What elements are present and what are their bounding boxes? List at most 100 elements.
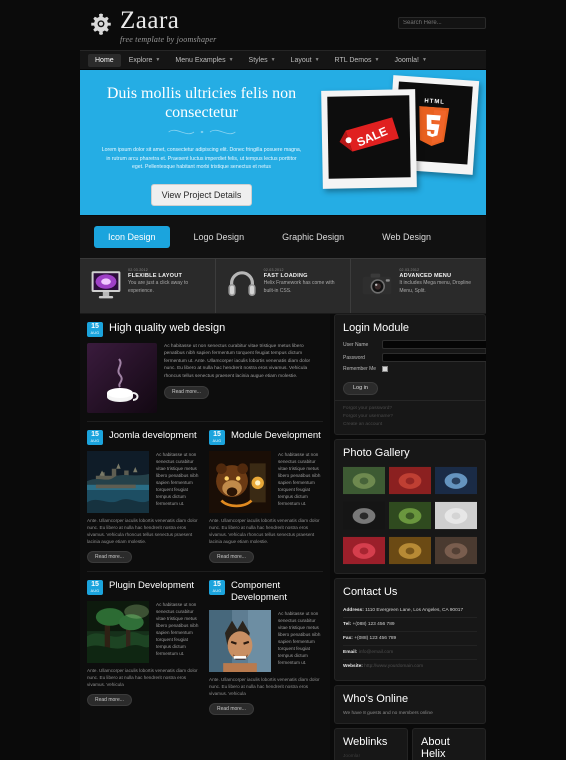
article-card: 15 AUG Joomla development Ac habitasse ut n… [87, 430, 201, 563]
sale-tag-icon: SALE [339, 117, 399, 152]
remember-me-label: Remember Me [343, 366, 377, 372]
feature-box[interactable]: 02.03.2012 FLEXIBLE LAYOUT You are just a … [80, 259, 216, 313]
login-link[interactable]: Forgot your username? [343, 414, 477, 419]
date-day: 15 [91, 323, 99, 330]
nav-item-layout[interactable]: Layout ▼ [284, 54, 327, 67]
article-title[interactable]: High quality web design [109, 322, 225, 335]
html5-label: HTML [424, 98, 446, 106]
nav-item-home[interactable]: Home [88, 53, 121, 67]
module-title: Photo Gallery [343, 446, 410, 459]
date-month: AUG [90, 331, 100, 335]
article-title[interactable]: Joomla development [109, 430, 197, 442]
article-tail: Ante. Ullamcorper iaculis lobortis venen… [87, 668, 198, 687]
feature-box[interactable]: 02.03.2012 ADVANCED MENU It includes Mega … [351, 259, 486, 313]
spiral-thumb[interactable] [343, 500, 385, 531]
green-fantasy-thumb[interactable] [389, 500, 431, 531]
article-text: Ac habitasse ut non senectus curabitur v… [278, 611, 321, 665]
search-input[interactable] [398, 17, 486, 29]
article-row-1: 15 AUG Joomla development Ac habitasse ut n… [87, 430, 323, 563]
contact-value: 1110 Evergreen Lane, Los Angeles, CA 900… [365, 607, 464, 613]
module-title: Contact Us [343, 585, 398, 598]
feature-title: FAST LOADING [263, 273, 308, 279]
module-title: Who's Online [343, 692, 409, 705]
site-header: Zaara free template by joomshaper [0, 0, 566, 50]
main-navigation[interactable]: Home Explore ▼ Menu Examples ▼ Styles ▼ Layout ▼… [80, 50, 486, 70]
tab-logo-design[interactable]: Logo Design [180, 226, 259, 248]
portrait-thumb[interactable] [435, 535, 477, 566]
feature-title: FLEXIBLE LAYOUT [128, 273, 183, 279]
view-project-details-button[interactable]: View Project Details [150, 183, 253, 206]
nav-item-menu-examples[interactable]: Menu Examples ▼ [168, 54, 240, 67]
article-card: 15 AUG Module Development Ac habitasse ut n… [209, 430, 323, 563]
read-more-button[interactable]: Read more... [164, 386, 209, 400]
hero-title: Duis mollis ultricies felis non consecte… [106, 85, 297, 121]
weblinks-link[interactable]: Joomla! [343, 754, 399, 759]
nav-item-rtl-demos[interactable]: RTL Demos ▼ [328, 54, 387, 67]
login-links[interactable]: Forgot your password? Forgot your usernam… [343, 406, 477, 427]
contact-value[interactable]: info@email.com [359, 650, 393, 655]
nav-item-explore[interactable]: Explore ▼ [122, 54, 168, 67]
article-card: 15 AUG Component Development Ac habitasse u… [209, 580, 323, 715]
article-tail: Ante. Ullamcorper iaculis lobortis venen… [209, 677, 320, 696]
article-title[interactable]: Component Development [231, 580, 323, 604]
tab-icon-design[interactable]: Icon Design [94, 226, 170, 248]
contact-row: Email: info@email.com [343, 646, 477, 660]
forest-thumb [87, 601, 149, 663]
username-input[interactable] [382, 340, 486, 349]
bear-warrior-thumb [209, 451, 271, 513]
article-text: Ac habitasse ut non senectus curabitur v… [156, 452, 199, 506]
contact-label: Address: [343, 607, 364, 613]
article-row-2: 15 AUG Plugin Development Ac habitasse ut n… [87, 580, 323, 715]
whos-online-text: We have 8 guests and no members online [343, 710, 433, 716]
site-logo[interactable]: Zaara free template by joomshaper [88, 8, 216, 44]
article-card: 15 AUG Plugin Development Ac habitasse ut n… [87, 580, 201, 715]
contact-row: Website: http://www.yourdomain.com [343, 660, 477, 673]
nav-item-label: Explore [128, 56, 153, 64]
white-bird-thumb[interactable] [435, 500, 477, 531]
feature-desc: It includes Mega menu, Dropline Menu, Sp… [399, 280, 472, 294]
photo-gallery-module: Photo Gallery [334, 438, 486, 574]
login-link[interactable]: Forgot your password? [343, 406, 477, 411]
read-more-button[interactable]: Read more... [87, 551, 132, 563]
contact-us-module: Contact Us Address: 1110 Evergreen Lane,… [334, 577, 486, 681]
feature-box[interactable]: 02.03.2012 FAST LOADING Helix Framework ha… [216, 259, 352, 313]
main-content-column: 15 AUG High quality web design Ac habita… [80, 314, 330, 760]
nav-item-joomla[interactable]: Joomla! ▼ [387, 54, 433, 67]
date-day: 15 [91, 581, 99, 588]
portfolio-tabs[interactable]: Icon Design Logo Design Graphic Design Web … [80, 216, 486, 258]
golden-boat-thumb[interactable] [389, 535, 431, 566]
nav-item-styles[interactable]: Styles ▼ [242, 54, 283, 67]
password-input[interactable] [382, 353, 486, 362]
contact-row: Fax: +(088) 123 456 789 [343, 632, 477, 646]
date-day: 15 [213, 431, 221, 438]
divider [87, 421, 323, 422]
polaroid-sale: SALE [321, 89, 417, 189]
read-more-button[interactable]: Read more... [87, 694, 132, 706]
date-month: AUG [90, 439, 100, 443]
logo-tagline: free template by joomshaper [120, 35, 217, 44]
tab-graphic-design[interactable]: Graphic Design [268, 226, 358, 248]
login-link[interactable]: Create an account [343, 422, 477, 427]
chevron-down-icon: ▼ [421, 57, 427, 63]
gallery-grid[interactable] [343, 465, 477, 566]
read-more-button[interactable]: Read more... [209, 703, 254, 715]
red-dress-thumb[interactable] [343, 535, 385, 566]
contact-value[interactable]: http://www.yourdomain.com [364, 664, 423, 669]
feature-desc: Helix Framework has come with built-in C… [263, 280, 335, 294]
html5-shield-icon [419, 105, 450, 146]
coffee-cup-thumb [87, 343, 157, 413]
tab-web-design[interactable]: Web Design [368, 226, 445, 248]
monitor-icon [90, 268, 122, 300]
castle-thumb [87, 451, 149, 513]
remember-me-checkbox[interactable] [382, 366, 388, 372]
red-hands-thumb[interactable] [389, 465, 431, 496]
bird-green-thumb[interactable] [343, 465, 385, 496]
read-more-button[interactable]: Read more... [209, 551, 254, 563]
article-title[interactable]: Plugin Development [109, 580, 194, 592]
blue-splash-thumb[interactable] [435, 465, 477, 496]
login-button[interactable]: Log in [343, 381, 378, 395]
feature-date: 02.03.2012 [128, 268, 148, 272]
date-badge: 15 AUG [209, 580, 225, 595]
chevron-down-icon: ▼ [270, 57, 276, 63]
article-title[interactable]: Module Development [231, 430, 321, 442]
